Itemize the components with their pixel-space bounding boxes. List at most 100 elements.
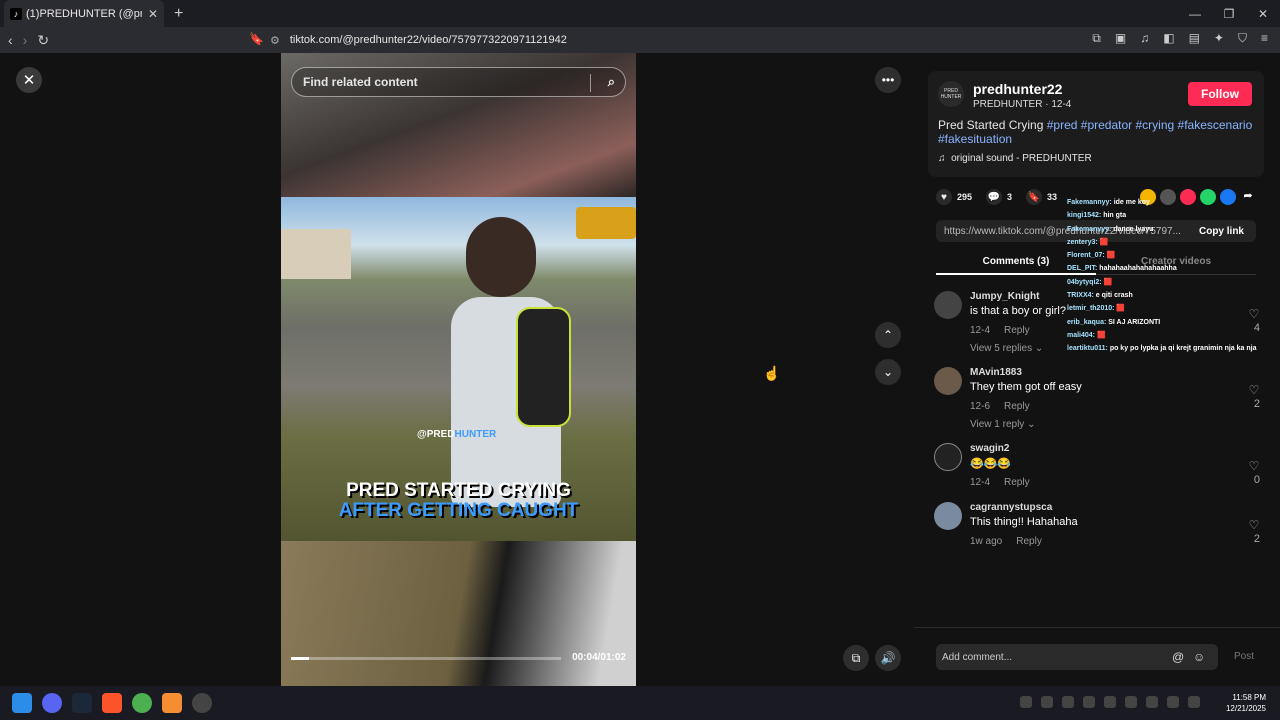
view-replies-button[interactable]: View 1 reply ⌄ — [970, 419, 1035, 430]
browser-tab[interactable]: ♪ (1)PREDHUNTER (@predhunt ✕ — [4, 0, 164, 27]
leo-ai-icon[interactable]: ✦ — [1214, 31, 1224, 46]
commenter-name[interactable]: cagrannystupsca — [970, 502, 1052, 513]
wallet-icon[interactable]: ▤ — [1189, 31, 1200, 46]
more-options-button[interactable]: ••• — [875, 67, 901, 93]
app-icon[interactable] — [162, 693, 182, 713]
network-icon[interactable] — [1167, 696, 1179, 708]
music-link[interactable]: ♫ original sound - PREDHUNTER — [938, 153, 1092, 164]
volume-button[interactable]: 🔊 — [875, 645, 901, 671]
taskbar: 11:58 PM 12/21/2025 — [0, 686, 1280, 720]
commenter-avatar[interactable] — [934, 443, 962, 471]
tray-app-icon[interactable] — [1125, 696, 1137, 708]
site-info-icon[interactable]: ⚙ — [270, 34, 280, 47]
author-username[interactable]: predhunter22 — [973, 81, 1062, 97]
hashtag-link[interactable]: #fakesituation — [938, 132, 1012, 146]
chat-line: erib_kaqua: SI AJ ARIZONTI — [1067, 318, 1161, 326]
add-comment-input[interactable]: Add comment... @ ☺ — [936, 644, 1218, 670]
forward-icon[interactable]: › — [23, 32, 28, 49]
floating-player-button[interactable]: ⧉ — [843, 645, 869, 671]
reply-button[interactable]: Reply — [1016, 536, 1042, 547]
author-avatar[interactable]: PRED HUNTER — [938, 81, 964, 107]
previous-video-button[interactable]: ⌃ — [875, 322, 901, 348]
comment-text: They them got off easy — [970, 381, 1082, 393]
reply-button[interactable]: Reply — [1004, 325, 1030, 336]
chat-line: mali404: 🟥 — [1067, 331, 1106, 339]
chrome-icon[interactable] — [132, 693, 152, 713]
reload-icon[interactable]: ↻ — [37, 32, 49, 49]
related-search-input[interactable]: Find related content ⌕ — [291, 67, 626, 97]
back-icon[interactable]: ‹ — [8, 32, 13, 49]
tray-app-icon[interactable] — [1104, 696, 1116, 708]
post-button[interactable]: Post — [1234, 651, 1254, 662]
toolbar-icons: ⧉ ▣ ♫ ◧ ▤ ✦ ⛉ ≡ — [1092, 31, 1268, 46]
taskbar-clock[interactable]: 11:58 PM 12/21/2025 — [1226, 692, 1266, 714]
bookmark-icon[interactable]: 🔖 — [249, 32, 264, 46]
video-player[interactable]: @PREDHUNTER PRED STARTED CRYING AFTER GE… — [281, 53, 636, 686]
comment-like-icon[interactable]: ♡ — [1244, 459, 1264, 473]
mouse-cursor-icon: ☝ — [763, 365, 781, 381]
search-divider — [590, 74, 591, 92]
follow-button[interactable]: Follow — [1188, 82, 1252, 106]
chat-line: Florent_07: 🟥 — [1067, 252, 1116, 260]
windows-start-icon[interactable] — [12, 693, 32, 713]
progress-bar[interactable] — [291, 657, 561, 660]
close-tab-icon[interactable]: ✕ — [148, 7, 158, 21]
chat-line: TRIXX4: e qiti crash — [1067, 292, 1133, 300]
clock-date: 12/21/2025 — [1225, 704, 1266, 713]
video-frame[interactable]: @PREDHUNTER PRED STARTED CRYING AFTER GE… — [281, 197, 636, 541]
close-video-button[interactable]: ✕ — [16, 67, 42, 93]
commenter-avatar[interactable] — [934, 502, 962, 530]
search-icon[interactable]: ⌕ — [608, 74, 615, 90]
restore-icon[interactable]: ❐ — [1212, 7, 1246, 21]
vpn-icon[interactable]: ⛉ — [1238, 31, 1247, 46]
next-video-button[interactable]: ⌄ — [875, 359, 901, 385]
hashtag-link[interactable]: #crying — [1136, 118, 1175, 132]
menu-icon[interactable]: ≡ — [1261, 31, 1268, 46]
brave-icon[interactable] — [102, 693, 122, 713]
emoji-icon[interactable]: ☺ — [1193, 650, 1205, 664]
chat-overlay: Fakemannyy: ide me koy kingi1542: hin gt… — [1067, 196, 1267, 356]
tray-app-icon[interactable] — [1083, 696, 1095, 708]
view-replies-button[interactable]: View 5 replies ⌄ — [970, 343, 1043, 354]
microphone-icon[interactable] — [1146, 696, 1158, 708]
tray-app-icon[interactable] — [1041, 696, 1053, 708]
obs-icon[interactable] — [192, 693, 212, 713]
comment-like-icon[interactable]: ♡ — [1244, 383, 1264, 397]
speaker-icon[interactable] — [1188, 696, 1200, 708]
hashtag-link[interactable]: #pred — [1047, 118, 1078, 132]
commenter-name[interactable]: MAvin1883 — [970, 367, 1022, 378]
bookmark-icon: 🔖 — [1026, 189, 1043, 205]
reply-button[interactable]: Reply — [1004, 477, 1030, 488]
comment-meta: 12-4 Reply — [970, 325, 1030, 336]
progress-fill — [291, 657, 309, 660]
comment-button[interactable]: 💬 3 — [986, 189, 1012, 205]
discord-icon[interactable] — [42, 693, 62, 713]
tray-app-icon[interactable] — [1062, 696, 1074, 708]
close-window-icon[interactable]: ✕ — [1246, 7, 1280, 21]
save-button[interactable]: 🔖 33 — [1026, 189, 1057, 205]
like-button[interactable]: ♥ 295 — [936, 189, 972, 205]
hashtag-link[interactable]: #fakescenario — [1178, 118, 1253, 132]
screenshot-icon[interactable]: ▣ — [1115, 31, 1126, 46]
chat-line: DEL_PIT: hahahaahahahahaahha — [1067, 265, 1177, 273]
reply-button[interactable]: Reply — [1004, 401, 1030, 412]
commenter-avatar[interactable] — [934, 291, 962, 319]
tab-title: (1)PREDHUNTER (@predhunt — [26, 7, 142, 20]
sidebar-icon[interactable]: ◧ — [1163, 31, 1174, 46]
tray-app-icon[interactable] — [1020, 696, 1032, 708]
extensions-icon[interactable]: ⧉ — [1092, 31, 1101, 46]
new-tab-button[interactable]: + — [174, 5, 183, 23]
tiktok-favicon-icon: ♪ — [10, 7, 22, 20]
chat-line: Fakemannyy: ide me koy — [1067, 199, 1150, 206]
commenter-avatar[interactable] — [934, 367, 962, 395]
hashtag-link[interactable]: #predator — [1081, 118, 1132, 132]
commenter-name[interactable]: swagin2 — [970, 443, 1009, 454]
mention-icon[interactable]: @ — [1172, 650, 1184, 664]
commenter-name[interactable]: Jumpy_Knight — [970, 291, 1039, 302]
url-field[interactable]: ⚙ tiktok.com/@predhunter22/video/7579773… — [270, 30, 990, 50]
minimize-icon[interactable]: — — [1178, 7, 1212, 21]
media-icon[interactable]: ♫ — [1140, 31, 1149, 46]
comment-like-icon[interactable]: ♡ — [1244, 518, 1264, 532]
address-bar-row: ‹ › ↻ 🔖 ⚙ tiktok.com/@predhunter22/video… — [0, 27, 1280, 53]
steam-icon[interactable] — [72, 693, 92, 713]
